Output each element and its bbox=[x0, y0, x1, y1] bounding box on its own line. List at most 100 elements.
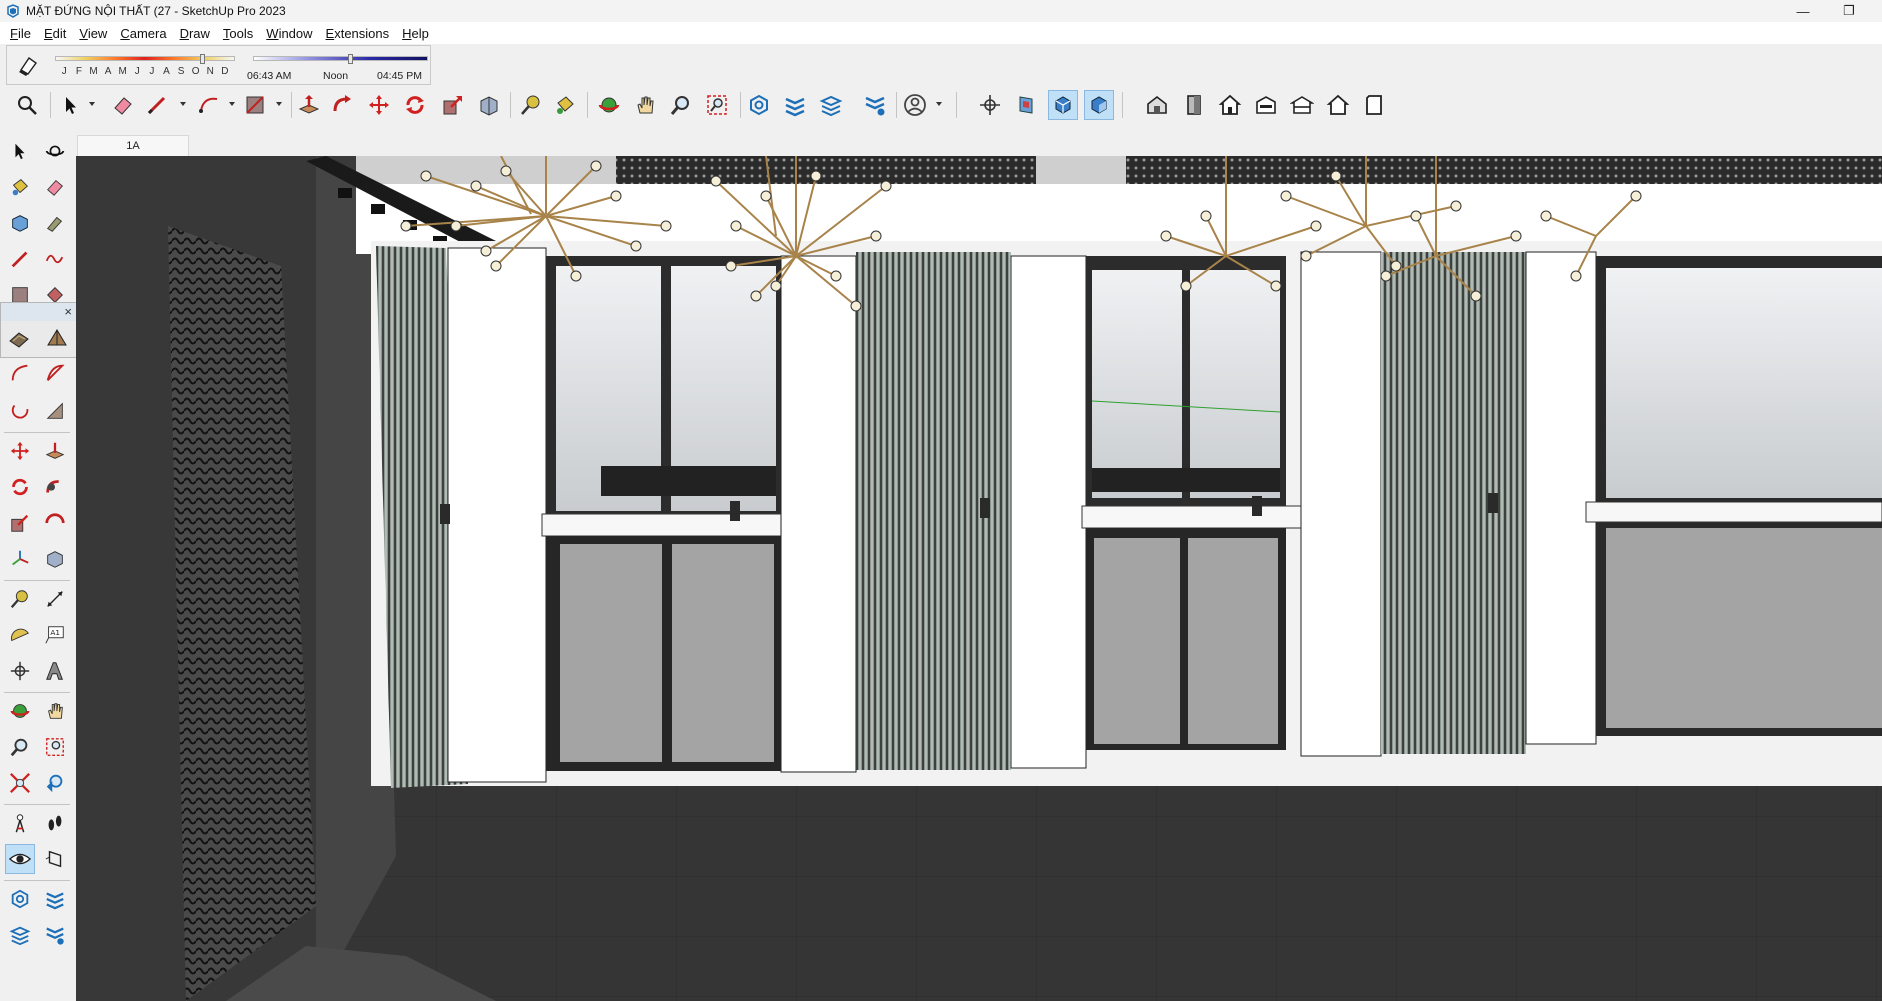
extension-warehouse-icon[interactable] bbox=[780, 90, 810, 120]
eraser-icon[interactable] bbox=[108, 90, 138, 120]
zoom-window-tool-icon[interactable] bbox=[40, 732, 70, 762]
zoom-extents-icon[interactable] bbox=[12, 90, 42, 120]
section-settings-icon[interactable] bbox=[40, 920, 70, 950]
orbit-tool-icon[interactable] bbox=[5, 696, 35, 726]
time-slider-thumb[interactable] bbox=[348, 54, 354, 64]
arc-dropdown-arrow[interactable] bbox=[229, 102, 235, 106]
rotate-icon[interactable] bbox=[5, 472, 35, 502]
solid-tools-icon[interactable] bbox=[40, 544, 70, 574]
position-camera-icon[interactable] bbox=[5, 808, 35, 838]
pan-tool-icon[interactable] bbox=[40, 696, 70, 726]
push-pull-icon[interactable] bbox=[294, 90, 324, 120]
paint-bucket-icon[interactable] bbox=[5, 172, 35, 202]
section-cut-icon[interactable] bbox=[1011, 90, 1041, 120]
pie-icon[interactable] bbox=[40, 358, 70, 388]
three-point-arc-icon[interactable] bbox=[40, 396, 70, 426]
scene-tab[interactable]: 1A bbox=[77, 135, 189, 156]
model-viewport[interactable] bbox=[76, 156, 1882, 1001]
section-display-icon[interactable] bbox=[1084, 90, 1114, 120]
month-slider[interactable] bbox=[55, 54, 235, 64]
zoom-extents-tool-icon[interactable] bbox=[5, 768, 35, 798]
menu-extensions[interactable]: Extensions bbox=[320, 26, 397, 41]
zoom-icon[interactable] bbox=[666, 90, 696, 120]
month-slider-thumb[interactable] bbox=[200, 54, 206, 64]
zoom-window-icon[interactable] bbox=[702, 90, 732, 120]
select-icon[interactable] bbox=[5, 136, 35, 166]
rectangle-icon[interactable] bbox=[240, 90, 270, 120]
3d-text-icon[interactable] bbox=[40, 656, 70, 686]
scale-icon[interactable] bbox=[5, 508, 35, 538]
scale-icon[interactable] bbox=[438, 90, 468, 120]
sandbox-from-contours-icon[interactable] bbox=[7, 327, 31, 356]
arc-icon[interactable] bbox=[5, 358, 35, 388]
profile-icon[interactable] bbox=[900, 90, 930, 120]
bottom-view-icon[interactable] bbox=[1359, 90, 1389, 120]
move-icon[interactable] bbox=[5, 436, 35, 466]
section-fill-icon[interactable] bbox=[1048, 90, 1078, 120]
layout-icon[interactable] bbox=[816, 90, 846, 120]
pencil-dropdown-arrow[interactable] bbox=[180, 102, 186, 106]
section-fill-toggle-icon[interactable] bbox=[40, 884, 70, 914]
menu-view[interactable]: View bbox=[73, 26, 114, 41]
3d-warehouse-icon[interactable] bbox=[744, 90, 774, 120]
section-view-icon[interactable] bbox=[40, 844, 70, 874]
select-dropdown-arrow[interactable] bbox=[89, 102, 95, 106]
menu-window[interactable]: Window bbox=[260, 26, 319, 41]
pan-icon[interactable] bbox=[630, 90, 660, 120]
menu-edit[interactable]: Edit bbox=[38, 26, 73, 41]
offset-icon[interactable] bbox=[474, 90, 504, 120]
iso-view-icon[interactable] bbox=[1142, 90, 1172, 120]
restore-button[interactable]: ❐ bbox=[1826, 0, 1872, 22]
tape-measure-icon[interactable] bbox=[5, 584, 35, 614]
rotate-icon[interactable] bbox=[400, 90, 430, 120]
section-plane-icon[interactable] bbox=[5, 656, 35, 686]
front-view-icon[interactable] bbox=[1215, 90, 1245, 120]
follow-me-icon[interactable] bbox=[40, 472, 70, 502]
top-view-icon[interactable] bbox=[1179, 90, 1209, 120]
paint-bucket-icon[interactable] bbox=[550, 90, 580, 120]
rotated-arc-icon[interactable] bbox=[5, 396, 35, 426]
orbit-icon[interactable] bbox=[594, 90, 624, 120]
right-view-icon[interactable] bbox=[1251, 90, 1281, 120]
left-view-icon[interactable] bbox=[1323, 90, 1353, 120]
section-planes-toggle-icon[interactable] bbox=[5, 920, 35, 950]
select-icon[interactable] bbox=[56, 90, 86, 120]
orbit-icon[interactable] bbox=[40, 136, 70, 166]
tape-measure-icon[interactable] bbox=[516, 90, 546, 120]
extension-manager-icon[interactable] bbox=[860, 90, 890, 120]
previous-view-icon[interactable] bbox=[40, 768, 70, 798]
pencil-icon[interactable] bbox=[142, 90, 172, 120]
push-pull-icon[interactable] bbox=[40, 436, 70, 466]
profile-dropdown-arrow[interactable] bbox=[936, 102, 942, 106]
text-icon[interactable]: A1 bbox=[40, 620, 70, 650]
minimize-button[interactable]: — bbox=[1780, 0, 1826, 22]
floating-panel-header[interactable]: × bbox=[1, 303, 76, 321]
eraser-icon[interactable] bbox=[40, 172, 70, 202]
menu-help[interactable]: Help bbox=[396, 26, 436, 41]
protractor-icon[interactable] bbox=[5, 620, 35, 650]
rectangle-dropdown-arrow[interactable] bbox=[276, 102, 282, 106]
tag-icon[interactable] bbox=[40, 208, 70, 238]
axes-icon[interactable] bbox=[5, 544, 35, 574]
section-cut-toggle-icon[interactable] bbox=[5, 884, 35, 914]
menu-file[interactable]: File bbox=[4, 26, 38, 41]
component-icon[interactable] bbox=[5, 208, 35, 238]
menu-tools[interactable]: Tools bbox=[217, 26, 260, 41]
back-view-icon[interactable] bbox=[1287, 90, 1317, 120]
menu-draw[interactable]: Draw bbox=[174, 26, 217, 41]
dimension-icon[interactable] bbox=[40, 584, 70, 614]
arc-icon[interactable] bbox=[194, 90, 224, 120]
time-slider[interactable] bbox=[253, 54, 428, 64]
move-icon[interactable] bbox=[364, 90, 394, 120]
shadow-toggle-icon[interactable] bbox=[15, 52, 41, 78]
floating-panel-close-button[interactable]: × bbox=[64, 304, 72, 319]
offset-icon[interactable] bbox=[40, 508, 70, 538]
zoom-tool-icon[interactable] bbox=[5, 732, 35, 762]
follow-me-icon[interactable] bbox=[328, 90, 358, 120]
line-icon[interactable] bbox=[5, 244, 35, 274]
section-plane-icon[interactable] bbox=[975, 90, 1005, 120]
menu-camera[interactable]: Camera bbox=[114, 26, 173, 41]
sandbox-from-scratch-icon[interactable] bbox=[45, 327, 69, 356]
look-around-icon[interactable] bbox=[5, 844, 35, 874]
freehand-icon[interactable] bbox=[40, 244, 70, 274]
